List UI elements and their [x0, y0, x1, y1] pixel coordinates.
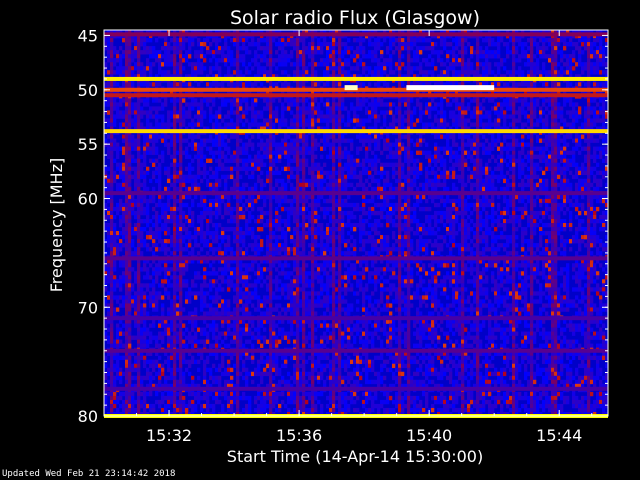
frequency-band — [104, 386, 608, 391]
spectrogram-chart: Solar radio Flux (Glasgow) 15:32 15:36 15:… — [47, 7, 609, 466]
plot-area — [104, 30, 609, 418]
frequency-band — [104, 76, 608, 81]
chart-title: Solar radio Flux (Glasgow) — [230, 7, 480, 29]
x-axis-label: Start Time (14-Apr-14 15:30:00) — [227, 447, 483, 466]
x-tick-label: 15:40 — [406, 426, 452, 445]
frequency-band — [104, 348, 608, 353]
x-tick-label: 15:32 — [146, 426, 192, 445]
y-axis-label: Frequency [MHz] — [47, 158, 66, 292]
frequency-band — [104, 316, 608, 321]
x-tick-label: 15:36 — [276, 426, 322, 445]
y-tick-label: 45 — [78, 26, 98, 45]
burst-event — [344, 85, 358, 91]
y-tick-label: 70 — [78, 298, 98, 317]
frequency-band — [104, 32, 608, 37]
frequency-band — [104, 129, 608, 134]
burst-event — [406, 85, 495, 91]
frequency-band — [104, 93, 608, 98]
y-tick-label: 80 — [78, 407, 98, 426]
y-tick-label: 60 — [78, 190, 98, 209]
x-tick-label: 15:44 — [536, 426, 582, 445]
y-tick-label: 55 — [78, 135, 98, 154]
update-timestamp: Updated Wed Feb 21 23:14:42 2018 — [2, 469, 176, 479]
frequency-band — [104, 256, 608, 261]
y-tick-label: 50 — [78, 81, 98, 100]
frequency-band — [104, 191, 608, 196]
